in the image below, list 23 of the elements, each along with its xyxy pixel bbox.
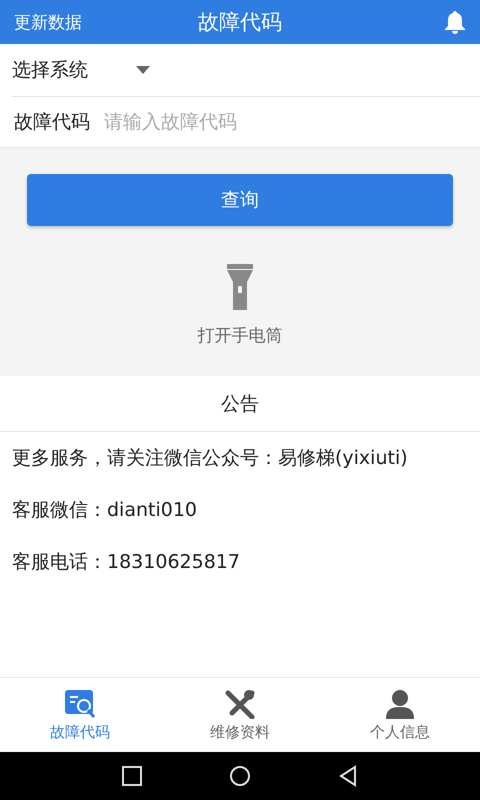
flashlight-label[interactable]: 打开手电筒 bbox=[198, 324, 282, 347]
nav-tab[interactable]: 维修资料 bbox=[160, 678, 320, 752]
notice-text: 客服电话：18310625817 bbox=[12, 550, 240, 575]
dropdown-caret-icon[interactable] bbox=[136, 66, 150, 74]
field-label: 故障代码 bbox=[14, 110, 90, 135]
notice-title: 公告 bbox=[221, 392, 259, 416]
system-select[interactable]: 选择系统 bbox=[12, 57, 88, 83]
update-data-link[interactable]: 更新数据 bbox=[14, 10, 82, 34]
bell-icon[interactable] bbox=[444, 10, 466, 34]
search-list-icon bbox=[64, 688, 96, 718]
page-title: 故障代码 bbox=[198, 10, 282, 34]
nav-tab[interactable]: 故障代码 bbox=[0, 678, 160, 752]
tools-icon bbox=[224, 688, 256, 718]
recent-apps-icon[interactable] bbox=[121, 765, 143, 787]
back-icon[interactable] bbox=[337, 765, 359, 787]
code-input-field[interactable]: 请输入故障代码 bbox=[104, 102, 466, 142]
nav-tab[interactable]: 个人信息 bbox=[320, 678, 480, 752]
notice-text: 更多服务，请关注微信公众号：易修梯(yixiuti) bbox=[12, 446, 408, 471]
notice-text: 客服微信：dianti010 bbox=[12, 498, 198, 523]
flashlight-icon[interactable] bbox=[227, 264, 253, 310]
home-icon[interactable] bbox=[229, 765, 251, 787]
person-icon bbox=[384, 688, 416, 718]
query-button[interactable]: 查询 bbox=[27, 174, 453, 226]
